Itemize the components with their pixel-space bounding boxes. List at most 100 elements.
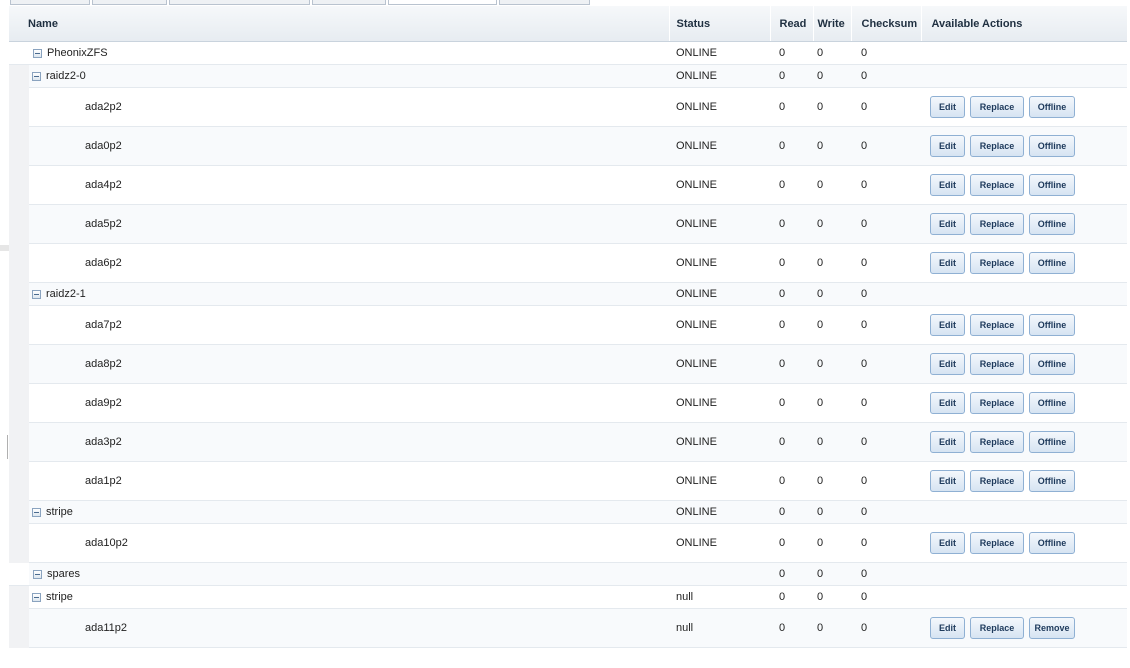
table-row[interactable]: ada5p2 ONLINE 0 0 0 Edit Replace Offline: [9, 204, 1127, 244]
table-row[interactable]: ada4p2 ONLINE 0 0 0 Edit Replace Offline: [9, 165, 1127, 205]
edit-button[interactable]: Edit: [930, 314, 965, 336]
table-row[interactable]: ada6p2 ONLINE 0 0 0 Edit Replace Offline: [9, 243, 1127, 283]
actions-cell: Edit Replace Offline: [921, 344, 1127, 384]
status-cell: ONLINE: [669, 305, 770, 345]
collapse-minus-icon[interactable]: [32, 507, 41, 517]
collapse-minus-icon[interactable]: [33, 569, 42, 579]
table-row[interactable]: raidz2-0 ONLINE 0 0 0: [9, 64, 1127, 88]
offline-button[interactable]: Offline: [1029, 135, 1075, 157]
offline-button[interactable]: Offline: [1029, 96, 1075, 118]
table-row[interactable]: ada3p2 ONLINE 0 0 0 Edit Replace Offline: [9, 422, 1127, 462]
table-row[interactable]: ada2p2 ONLINE 0 0 0 Edit Replace Offline: [9, 87, 1127, 127]
read-cell: 0: [770, 422, 813, 462]
replace-button[interactable]: Replace: [970, 252, 1024, 274]
edit-button[interactable]: Edit: [930, 252, 965, 274]
read-cell: 0: [770, 64, 813, 88]
tab-3[interactable]: [169, 0, 310, 5]
column-header-write[interactable]: Write: [812, 6, 851, 42]
table-row[interactable]: ada7p2 ONLINE 0 0 0 Edit Replace Offline: [9, 305, 1127, 345]
offline-button[interactable]: Offline: [1029, 213, 1075, 235]
name-wrapper: ada10p2: [29, 537, 669, 549]
row-indent-gutter: [9, 243, 29, 283]
collapse-minus-icon[interactable]: [32, 592, 41, 602]
replace-button[interactable]: Replace: [970, 532, 1024, 554]
read-cell: 0: [770, 523, 813, 563]
offline-button[interactable]: Offline: [1029, 532, 1075, 554]
edit-button[interactable]: Edit: [930, 135, 965, 157]
replace-button[interactable]: Replace: [970, 135, 1024, 157]
offline-button[interactable]: Offline: [1029, 174, 1075, 196]
table-row[interactable]: ada11p2 null 0 0 0 Edit Replace Remove: [9, 608, 1127, 648]
table-row[interactable]: raidz2-1 ONLINE 0 0 0: [9, 282, 1127, 306]
column-header-status[interactable]: Status: [668, 6, 770, 42]
table-row[interactable]: stripe ONLINE 0 0 0: [9, 500, 1127, 524]
row-indent-gutter: [9, 126, 29, 166]
replace-button[interactable]: Replace: [970, 617, 1024, 639]
row-name: ada8p2: [85, 358, 122, 370]
checksum-cell: 0: [851, 383, 921, 423]
offline-button[interactable]: Offline: [1029, 392, 1075, 414]
row-indent-gutter: [9, 500, 29, 524]
offline-button[interactable]: Offline: [1029, 353, 1075, 375]
table-row[interactable]: ada1p2 ONLINE 0 0 0 Edit Replace Offline: [9, 461, 1127, 501]
status-cell: [669, 562, 770, 586]
column-header-checksum[interactable]: Checksum: [850, 6, 921, 42]
edit-button[interactable]: Edit: [930, 96, 965, 118]
table-row[interactable]: ada0p2 ONLINE 0 0 0 Edit Replace Offline: [9, 126, 1127, 166]
tab-2[interactable]: [92, 0, 167, 5]
offline-button[interactable]: Offline: [1029, 252, 1075, 274]
actions-cell: Edit Replace Offline: [921, 87, 1127, 127]
collapse-minus-icon[interactable]: [32, 289, 41, 299]
table-row[interactable]: ada8p2 ONLINE 0 0 0 Edit Replace Offline: [9, 344, 1127, 384]
name-cell: raidz2-0: [29, 64, 669, 88]
edit-button[interactable]: Edit: [930, 353, 965, 375]
edit-button[interactable]: Edit: [930, 470, 965, 492]
splitter-handle[interactable]: [7, 435, 8, 459]
row-name: ada6p2: [85, 257, 122, 269]
checksum-cell: 0: [851, 523, 921, 563]
replace-button[interactable]: Replace: [970, 470, 1024, 492]
offline-button[interactable]: Offline: [1029, 431, 1075, 453]
replace-button[interactable]: Replace: [970, 96, 1024, 118]
table-row[interactable]: spares 0 0 0: [9, 562, 1127, 586]
table-row[interactable]: ada9p2 ONLINE 0 0 0 Edit Replace Offline: [9, 383, 1127, 423]
tab-5-active[interactable]: [388, 0, 497, 5]
write-cell: 0: [813, 41, 851, 65]
read-cell: 0: [770, 383, 813, 423]
tab-6[interactable]: [499, 0, 590, 5]
offline-button[interactable]: Offline: [1029, 314, 1075, 336]
edit-button[interactable]: Edit: [930, 174, 965, 196]
name-cell: PheonixZFS: [29, 41, 669, 65]
column-header-available-actions[interactable]: Available Actions: [920, 6, 1127, 42]
edit-button[interactable]: Edit: [930, 431, 965, 453]
tab-1[interactable]: [10, 0, 90, 5]
collapse-minus-icon[interactable]: [33, 48, 42, 58]
tab-4[interactable]: [312, 0, 386, 5]
read-cell: 0: [770, 305, 813, 345]
status-cell: ONLINE: [669, 344, 770, 384]
tab-strip: [0, 0, 1130, 5]
table-row[interactable]: PheonixZFS ONLINE 0 0 0: [9, 41, 1127, 65]
row-indent-gutter: [9, 422, 29, 462]
remove-button[interactable]: Remove: [1029, 617, 1075, 639]
replace-button[interactable]: Replace: [970, 174, 1024, 196]
table-row[interactable]: ada10p2 ONLINE 0 0 0 Edit Replace Offline: [9, 523, 1127, 563]
table-row[interactable]: stripe null 0 0 0: [9, 585, 1127, 609]
edit-button[interactable]: Edit: [930, 392, 965, 414]
name-wrapper: stripe: [29, 591, 669, 603]
replace-button[interactable]: Replace: [970, 431, 1024, 453]
edit-button[interactable]: Edit: [930, 617, 965, 639]
write-cell: 0: [813, 126, 851, 166]
replace-button[interactable]: Replace: [970, 314, 1024, 336]
column-header-read[interactable]: Read: [769, 6, 813, 42]
collapse-minus-icon[interactable]: [32, 71, 41, 81]
column-header-name[interactable]: Name: [9, 6, 669, 42]
volume-status-grid: Name Status Read Write Checksum Availabl…: [9, 6, 1127, 648]
replace-button[interactable]: Replace: [970, 392, 1024, 414]
name-cell: ada7p2: [29, 305, 669, 345]
offline-button[interactable]: Offline: [1029, 470, 1075, 492]
replace-button[interactable]: Replace: [970, 213, 1024, 235]
edit-button[interactable]: Edit: [930, 213, 965, 235]
replace-button[interactable]: Replace: [970, 353, 1024, 375]
edit-button[interactable]: Edit: [930, 532, 965, 554]
